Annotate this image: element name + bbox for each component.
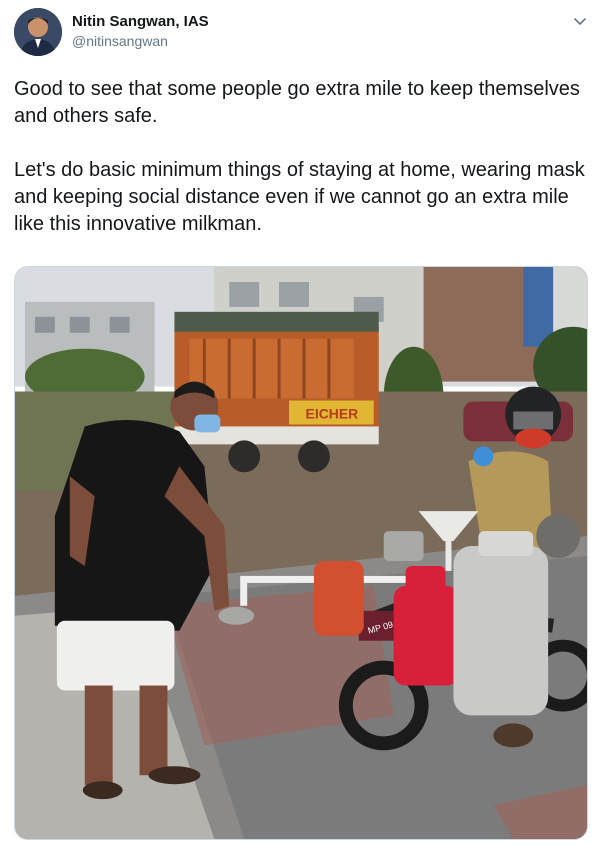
author-name[interactable]: Nitin Sangwan, IAS	[72, 12, 209, 31]
author-handle[interactable]: @nitinsangwan	[72, 32, 209, 50]
tweet-paragraph: Let's do basic minimum things of staying…	[14, 159, 585, 235]
tweet-photo[interactable]: EICHER MP 09	[14, 266, 588, 840]
author-block: Nitin Sangwan, IAS @nitinsangwan	[72, 12, 209, 50]
tweet-text: Good to see that some people go extra mi…	[14, 76, 586, 238]
truck-brand-text: EICHER	[306, 405, 359, 421]
avatar[interactable]	[14, 8, 62, 56]
chevron-down-icon[interactable]	[572, 13, 588, 29]
tweet-card: Nitin Sangwan, IAS @nitinsangwan Good to…	[0, 0, 600, 845]
tweet-paragraph: Good to see that some people go extra mi…	[14, 78, 580, 127]
